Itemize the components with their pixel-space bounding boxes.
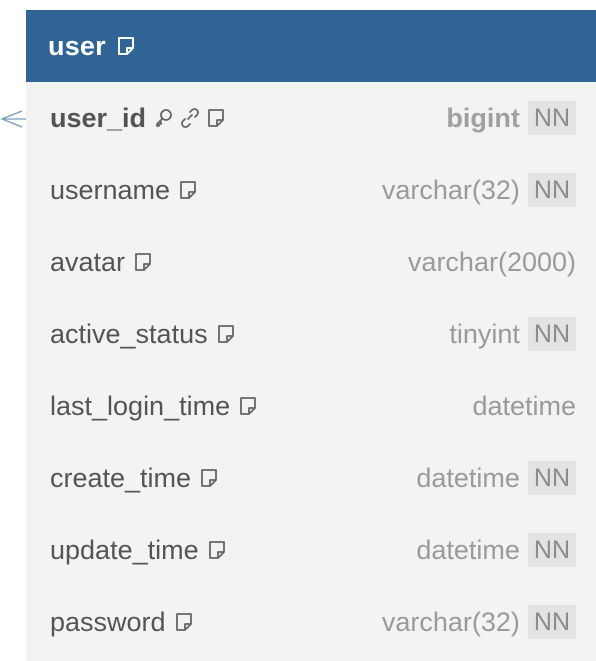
column-row-avatar[interactable]: avatar varchar(2000) bbox=[26, 226, 596, 298]
entity-table-user[interactable]: user user_id bigint NN username varchar(32) N… bbox=[26, 10, 596, 661]
not-null-badge: NN bbox=[527, 533, 576, 567]
note-icon[interactable] bbox=[216, 323, 236, 345]
not-null-badge: NN bbox=[527, 605, 576, 639]
relationship-crowsfoot bbox=[0, 110, 26, 128]
column-row-create_time[interactable]: create_time datetime NN bbox=[26, 442, 596, 514]
note-icon[interactable] bbox=[207, 539, 227, 561]
column-name: update_time bbox=[50, 534, 199, 565]
column-type: datetime bbox=[472, 390, 576, 421]
note-icon[interactable] bbox=[238, 395, 258, 417]
table-header[interactable]: user bbox=[26, 10, 596, 82]
column-name: password bbox=[50, 606, 166, 637]
table-title: user bbox=[48, 30, 106, 61]
not-null-badge: NN bbox=[527, 173, 576, 207]
column-icons bbox=[216, 323, 236, 345]
column-name: create_time bbox=[50, 462, 192, 493]
not-null-badge: NN bbox=[527, 101, 576, 135]
column-row-active_status[interactable]: active_status tinyint NN bbox=[26, 298, 596, 370]
column-name: last_login_time bbox=[50, 390, 231, 421]
column-type: bigint bbox=[446, 102, 520, 133]
column-name: active_status bbox=[50, 318, 208, 349]
not-null-badge: NN bbox=[527, 317, 576, 351]
column-type: datetime bbox=[416, 534, 520, 565]
note-icon[interactable] bbox=[116, 35, 136, 57]
column-name: avatar bbox=[50, 246, 126, 277]
column-name: username bbox=[50, 174, 171, 205]
column-row-username[interactable]: username varchar(32) NN bbox=[26, 154, 596, 226]
column-type: varchar(2000) bbox=[407, 246, 576, 277]
column-type: varchar(32) bbox=[381, 606, 520, 637]
note-icon[interactable] bbox=[174, 611, 194, 633]
column-name: user_id bbox=[50, 102, 147, 133]
column-type: varchar(32) bbox=[381, 174, 520, 205]
column-icons bbox=[238, 395, 258, 417]
column-type: tinyint bbox=[449, 318, 520, 349]
note-icon[interactable] bbox=[133, 251, 153, 273]
column-icons bbox=[174, 611, 194, 633]
column-icons bbox=[154, 107, 226, 129]
note-icon[interactable] bbox=[199, 467, 219, 489]
column-icons bbox=[133, 251, 153, 273]
note-icon[interactable] bbox=[178, 179, 198, 201]
key-icon bbox=[156, 109, 172, 127]
column-row-update_time[interactable]: update_time datetime NN bbox=[26, 514, 596, 586]
column-icons bbox=[199, 467, 219, 489]
note-icon[interactable] bbox=[206, 107, 226, 129]
column-list: user_id bigint NN username varchar(32) NN avat… bbox=[26, 82, 596, 658]
column-row-user_id[interactable]: user_id bigint NN bbox=[26, 82, 596, 154]
column-row-last_login_time[interactable]: last_login_time datetime bbox=[26, 370, 596, 442]
link-icon bbox=[181, 108, 199, 128]
column-icons bbox=[207, 539, 227, 561]
column-type: datetime bbox=[416, 462, 520, 493]
column-row-password[interactable]: password varchar(32) NN bbox=[26, 586, 596, 658]
column-icons bbox=[178, 179, 198, 201]
not-null-badge: NN bbox=[527, 461, 576, 495]
